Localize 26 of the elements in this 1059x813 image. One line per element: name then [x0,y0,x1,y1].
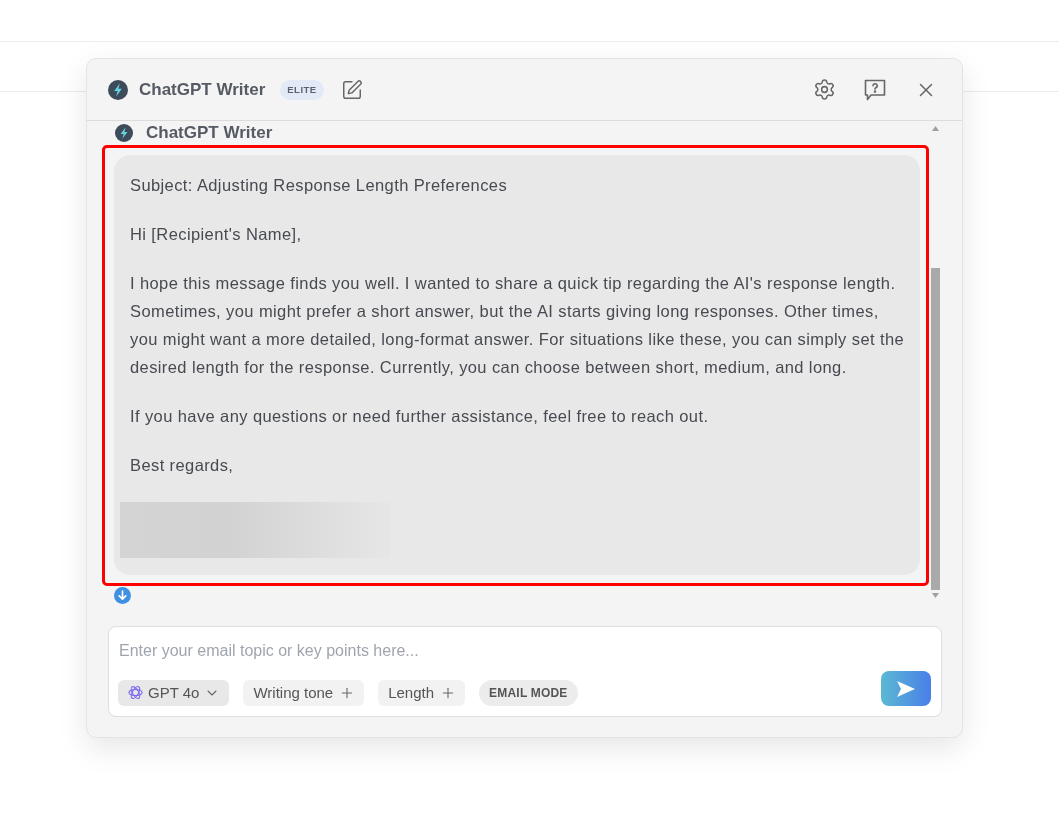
flower-icon [128,685,143,700]
message-paragraph: I hope this message finds you well. I wanted to share a quick tip regarding the AI's response length. Sometimes, you might prefer a short answer, but the AI starts giving long responses. Other times, you might want a more detailed, long-format answer. For situations like these, you can simply set the desired length for the response. Currently, you can choose between short, medium, and long. [130,273,906,378]
triangle-up-icon[interactable] [932,126,939,131]
settings-icon[interactable] [813,78,836,101]
plan-badge: ELITE [280,79,324,100]
message-paragraph: Best regards, [130,455,235,476]
model-dropdown[interactable]: GPT 4o [118,679,230,706]
sender-name: ChatGPT Writer [146,123,273,143]
help-icon[interactable] [863,77,887,102]
composer-box[interactable]: Enter your email topic or key points here... GPT 4o Writing tone Length EMAIL MODE [108,626,942,717]
topic-input[interactable]: Enter your email topic or key points here... [119,639,931,663]
edit-icon[interactable] [340,78,363,101]
send-button[interactable] [881,671,931,706]
arrow-down-icon[interactable] [114,587,131,604]
app-title: ChatGPT Writer [139,79,266,100]
lightning-bolt-icon [115,124,133,142]
option-button[interactable]: Length [378,679,466,706]
message-paragraph: If you have any questions or need further assistance, feel free to reach out. [130,406,710,427]
message-paragraph: Hi [Recipient's Name], [130,224,303,245]
triangle-down-icon[interactable] [932,593,939,598]
message-paragraph: Subject: Adjusting Response Length Preferences [130,175,509,196]
option-button[interactable]: Writing tone [243,679,365,706]
scrollbar-thumb[interactable] [931,268,940,590]
lightning-bolt-icon [108,79,128,100]
send-icon [896,679,916,698]
mode-button[interactable]: EMAIL MODE [479,679,578,706]
